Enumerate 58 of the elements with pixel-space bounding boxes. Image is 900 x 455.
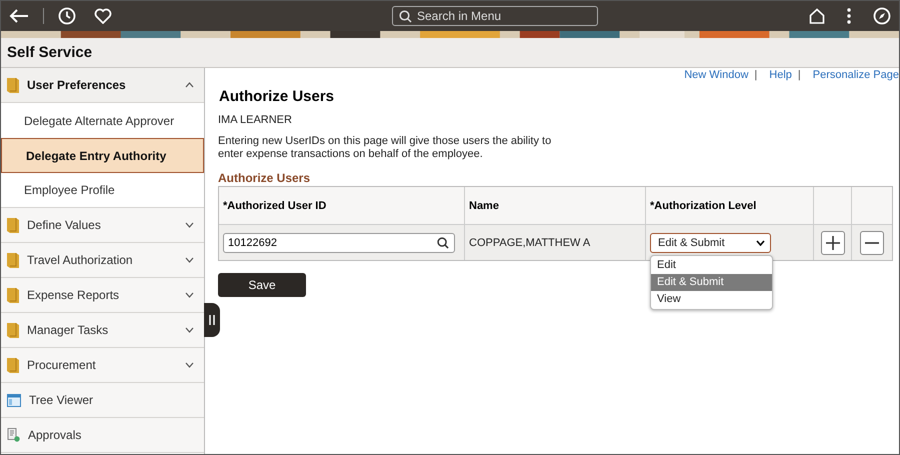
heart-icon[interactable] xyxy=(94,8,112,24)
table-cell: COPPAGE,MATTHEW A xyxy=(465,225,646,260)
search-icon[interactable] xyxy=(437,236,449,248)
employee-name: IMA LEARNER xyxy=(218,114,293,126)
clock-icon[interactable] xyxy=(58,7,76,25)
description-text: Entering new UserIDs on this page will give those users the ability to enter expense transactions on behalf of the employee. xyxy=(218,135,552,161)
menu-item[interactable]: Expense Reports xyxy=(1,278,204,313)
folder-icon xyxy=(7,357,19,373)
chevron-icon xyxy=(185,362,194,368)
link-separator: | xyxy=(754,69,758,83)
menu-item[interactable]: Manager Tasks xyxy=(1,313,204,348)
menu-item[interactable]: User Preferences xyxy=(1,68,204,103)
search-field[interactable]: Search in Menu xyxy=(392,6,598,26)
chevron-icon xyxy=(185,222,194,228)
search-icon xyxy=(399,10,412,23)
dropdown-option[interactable]: View xyxy=(651,291,772,308)
menu-item[interactable]: Procurement xyxy=(1,348,204,383)
folder-icon xyxy=(7,217,19,233)
menu-item[interactable]: Tree Viewer xyxy=(1,383,204,418)
chevron-icon xyxy=(185,292,194,298)
menu-item[interactable]: Define Values xyxy=(1,208,204,243)
dropdown-option[interactable]: Edit & Submit xyxy=(651,274,772,291)
folder-icon xyxy=(7,322,19,338)
document-check-icon xyxy=(7,428,20,442)
column-header: *Authorized User ID xyxy=(219,187,465,225)
column-header: Name xyxy=(465,187,646,225)
folder-icon xyxy=(7,252,19,268)
menu-item[interactable]: Approvals xyxy=(1,418,204,453)
page-link[interactable]: Personalize Page xyxy=(812,69,899,83)
window-icon xyxy=(7,394,21,406)
link-separator: | xyxy=(798,69,801,83)
menu-item[interactable]: Travel Authorization xyxy=(1,243,204,278)
minus-icon xyxy=(865,242,879,244)
chevron-icon xyxy=(185,82,194,88)
page-title: Self Service xyxy=(7,44,92,61)
save-button[interactable]: Save xyxy=(218,273,306,297)
level-dropdown[interactable]: Edit & Submit xyxy=(650,232,771,252)
page-link[interactable]: New Window xyxy=(684,69,748,83)
page-link[interactable]: Help xyxy=(769,69,792,83)
delete-row-button[interactable] xyxy=(860,230,884,254)
back-icon[interactable] xyxy=(9,8,29,24)
add-row-button[interactable] xyxy=(820,230,844,254)
folder-icon xyxy=(7,287,19,303)
dropdown-option[interactable]: Edit xyxy=(651,257,772,274)
section-title: Authorize Users xyxy=(218,171,312,185)
chevron-icon xyxy=(185,257,194,263)
more-icon[interactable] xyxy=(847,8,851,24)
chevron-icon xyxy=(185,327,194,333)
compass-icon[interactable] xyxy=(873,7,891,25)
user-id-field[interactable]: 10122692 xyxy=(223,232,455,252)
folder-icon xyxy=(7,77,19,93)
column-header: *Authorization Level xyxy=(646,187,814,225)
plus-icon xyxy=(826,236,840,250)
home-icon[interactable] xyxy=(809,8,825,24)
menu-item[interactable]: Delegate Entry Authority xyxy=(1,138,204,173)
page-heading: Authorize Users xyxy=(219,88,336,105)
chevron-icon xyxy=(756,240,765,246)
collapse-handle[interactable] xyxy=(204,303,220,337)
